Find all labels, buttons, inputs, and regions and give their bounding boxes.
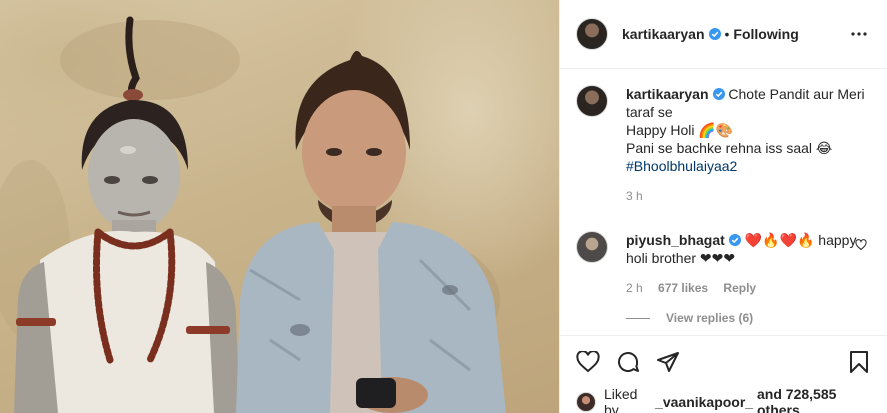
bookmark-icon[interactable] [847,350,871,374]
liker-username[interactable]: _vaanikapoor_ [655,394,753,410]
view-replies-label: View replies (6) [666,311,754,325]
view-replies-button[interactable]: View replies (6) [626,311,871,325]
comment-text: ❤️🔥❤️🔥 happy [744,232,857,248]
photo-illustration [0,16,506,413]
liked-by-prefix: Liked by [604,386,638,413]
caption-text-line: Chote Pandit aur Meri [728,86,865,102]
comment-text: holi brother ❤❤❤ [626,250,736,266]
commenter-avatar[interactable] [576,231,608,263]
instagram-post: kartikaaryan • Following kartikaaryan Ch… [0,0,887,413]
verified-badge-icon [728,234,741,246]
author-username[interactable]: kartikaaryan [622,26,705,42]
comment-meta: 2 h 677 likes Reply [626,279,871,297]
caption-hashtag[interactable]: #Bhoolbhulaiyaa2 [626,157,871,175]
more-options-icon[interactable] [847,22,871,46]
reply-button[interactable]: Reply [723,281,756,295]
comment: piyush_bhagat ❤️🔥❤️🔥 happy holi brother … [576,231,871,297]
post-side-panel: kartikaaryan • Following kartikaaryan Ch… [559,0,887,413]
comment-like-heart-icon[interactable] [855,239,867,251]
caption-username[interactable]: kartikaaryan [626,86,709,102]
heart-icon[interactable] [576,350,600,374]
replies-divider [626,317,650,319]
caption-text-line: taraf se [626,104,673,120]
following-button[interactable]: Following [733,26,798,42]
verified-badge-icon [708,28,721,40]
commenter-username[interactable]: piyush_bhagat [626,232,725,248]
comments-section: kartikaaryan Chote Pandit aur Meri taraf… [560,69,887,335]
comment-icon[interactable] [616,350,640,374]
post-actions-area: Liked by _vaanikapoor_ and 728,585 other… [560,335,887,413]
caption: kartikaaryan Chote Pandit aur Meri taraf… [576,85,871,205]
caption-author-avatar[interactable] [576,85,608,117]
comment-timestamp[interactable]: 2 h [626,281,643,295]
caption-text-line: Happy Holi 🌈🎨 [626,122,734,138]
caption-text-line: Pani se bachke rehna iss saal 😂 [626,140,833,156]
paper-plane-icon[interactable] [656,350,680,374]
liker-avatar[interactable] [576,392,596,412]
post-header: kartikaaryan • Following [560,0,887,69]
caption-meta: 3 h [626,187,871,205]
header-separator: • [724,26,730,42]
likes-count[interactable]: and 728,585 others [757,386,871,413]
author-avatar[interactable] [576,18,608,50]
verified-badge-icon [712,88,725,100]
action-bar [576,342,871,382]
post-photo[interactable] [0,0,559,413]
caption-timestamp[interactable]: 3 h [626,189,643,203]
comment-likes-count[interactable]: 677 likes [658,281,708,295]
liked-by: Liked by _vaanikapoor_ and 728,585 other… [576,386,871,413]
